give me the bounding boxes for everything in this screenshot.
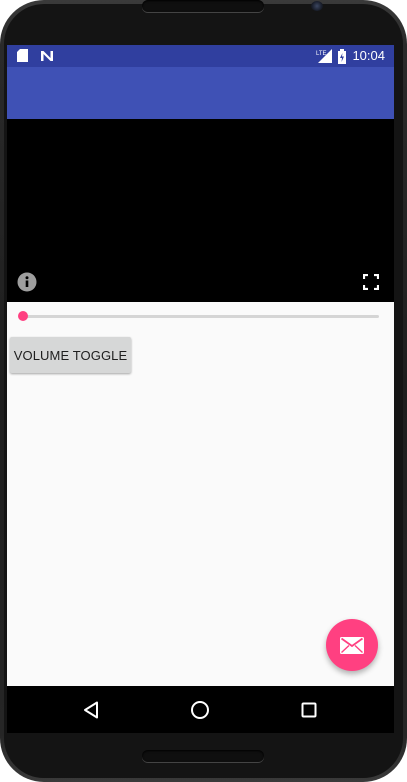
- notification-n-icon: [41, 50, 53, 61]
- email-fab-button[interactable]: [326, 619, 378, 671]
- battery-icon: [338, 48, 347, 64]
- network-type-label: LTE: [316, 51, 327, 57]
- home-icon: [191, 701, 209, 719]
- fullscreen-icon[interactable]: [363, 274, 379, 290]
- recents-button[interactable]: [295, 696, 323, 724]
- navigation-bar: [7, 686, 394, 733]
- seek-thumb[interactable]: [18, 311, 28, 321]
- video-player[interactable]: [7, 119, 394, 302]
- info-icon[interactable]: [17, 272, 37, 292]
- bottom-speaker: [142, 750, 264, 762]
- seek-track: [23, 315, 379, 318]
- volume-toggle-button[interactable]: VOLUME TOGGLE: [10, 337, 131, 373]
- home-button[interactable]: [186, 696, 214, 724]
- back-icon: [84, 701, 98, 719]
- status-bar: LTE 10:04: [7, 45, 394, 67]
- clock: 10:04: [352, 48, 385, 63]
- email-icon: [340, 636, 364, 654]
- recents-icon: [301, 702, 317, 718]
- phone-frame: LTE 10:04 VOLUME TOGGLE: [0, 0, 407, 782]
- sd-card-icon: [17, 49, 28, 62]
- back-button[interactable]: [77, 696, 105, 724]
- top-speaker: [142, 0, 264, 12]
- front-camera: [311, 1, 323, 11]
- seek-bar[interactable]: [7, 302, 394, 330]
- app-toolbar: [7, 67, 394, 119]
- signal-icon: LTE: [316, 49, 333, 63]
- app-screen: LTE 10:04 VOLUME TOGGLE: [7, 45, 394, 733]
